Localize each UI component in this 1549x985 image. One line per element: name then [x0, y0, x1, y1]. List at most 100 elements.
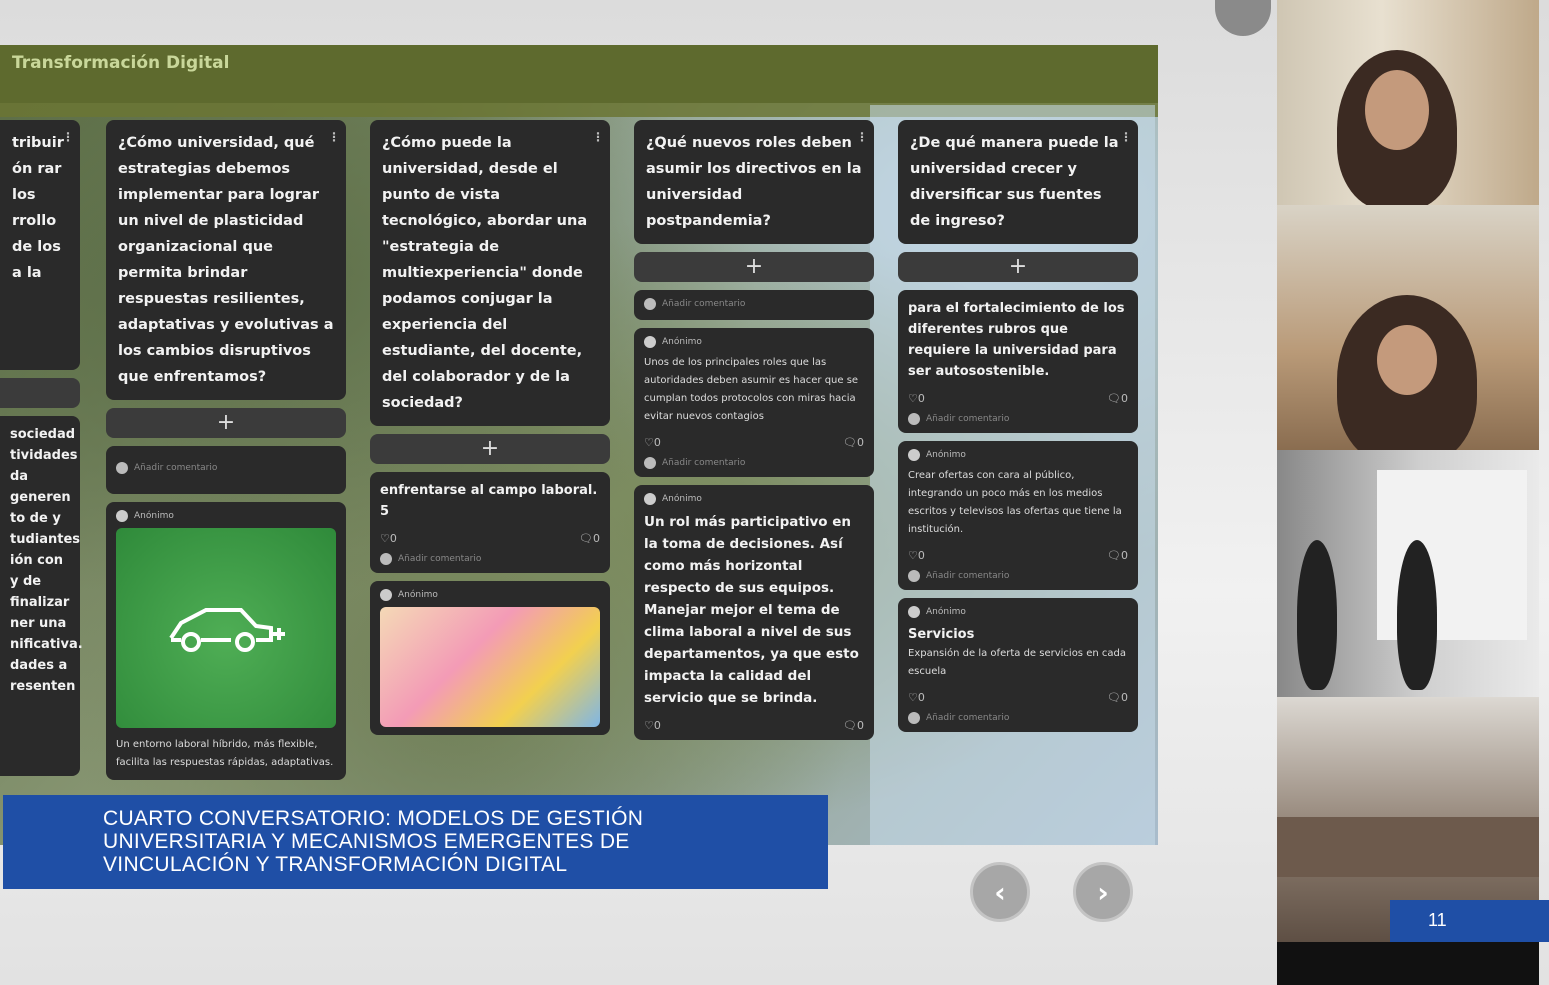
- like-button[interactable]: ♡0: [644, 436, 661, 449]
- avatar-icon: [908, 606, 920, 618]
- previous-slide-button[interactable]: ‹: [970, 862, 1030, 922]
- comment-count[interactable]: 🗨0: [843, 719, 864, 732]
- post-text: sociedad tividades da generen to de y tu…: [10, 427, 83, 694]
- add-comment-row[interactable]: Añadir comentario: [908, 413, 1128, 425]
- question-card[interactable]: ⋮ ¿De qué manera puede la universidad cr…: [898, 120, 1138, 244]
- post-card[interactable]: Anónimo Crear ofertas con cara al públic…: [898, 441, 1138, 590]
- question-text: ¿Cómo puede la universidad, desde el pun…: [382, 135, 588, 411]
- comment-placeholder: Añadir comentario: [134, 463, 218, 473]
- post-author: Anónimo: [116, 510, 336, 522]
- avatar-icon: [116, 510, 128, 522]
- like-button[interactable]: ♡0: [908, 392, 925, 405]
- post-author: Anónimo: [644, 336, 864, 348]
- add-comment-row[interactable]: Añadir comentario: [644, 298, 864, 310]
- add-comment-row[interactable]: Añadir comentario: [644, 457, 864, 469]
- post-card[interactable]: Anónimo Servicios Expansión de la oferta…: [898, 598, 1138, 732]
- post-card[interactable]: Anónimo: [370, 581, 610, 735]
- post-card[interactable]: Añadir comentario: [106, 446, 346, 494]
- comment-count[interactable]: 🗨0: [579, 532, 600, 545]
- video-tile[interactable]: [1277, 0, 1539, 205]
- comment-count[interactable]: 🗨0: [1107, 691, 1128, 704]
- post-card[interactable]: Anónimo Un entorno laboral híbrido, más …: [106, 502, 346, 780]
- menu-icon[interactable]: ⋮: [328, 124, 340, 150]
- add-post-button[interactable]: +: [898, 252, 1138, 282]
- question-text: ¿Qué nuevos roles deben asumir los direc…: [646, 135, 862, 229]
- add-comment-row[interactable]: Añadir comentario: [380, 553, 600, 565]
- add-post-button[interactable]: +: [0, 378, 80, 408]
- meeting-table: [1277, 817, 1539, 877]
- post-card[interactable]: Anónimo Unos de los principales roles qu…: [634, 328, 874, 477]
- corner-control-button[interactable]: [1215, 0, 1271, 36]
- avatar-icon: [908, 413, 920, 425]
- question-card[interactable]: ⋮ tribuir ón rar los rrollo de los a la: [0, 120, 80, 370]
- post-card[interactable]: sociedad tividades da generen to de y tu…: [0, 416, 83, 776]
- comment-count[interactable]: 🗨0: [843, 436, 864, 449]
- avatar-icon: [380, 589, 392, 601]
- post-card[interactable]: Añadir comentario: [634, 290, 874, 320]
- question-text: ¿Cómo universidad, qué estrategias debem…: [118, 135, 334, 385]
- post-text: para el fortalecimiento de los diferente…: [908, 301, 1125, 379]
- comment-placeholder: Añadir comentario: [926, 571, 1010, 581]
- post-text: Crear ofertas con cara al público, integ…: [908, 470, 1122, 535]
- avatar-icon: [116, 462, 128, 474]
- like-button[interactable]: ♡0: [644, 719, 661, 732]
- electric-car-image: [116, 528, 336, 728]
- comment-placeholder: Añadir comentario: [926, 414, 1010, 424]
- like-button[interactable]: ♡0: [380, 532, 397, 545]
- board-column: ⋮ ¿De qué manera puede la universidad cr…: [898, 120, 1138, 740]
- avatar-icon: [908, 712, 920, 724]
- avatar-icon: [380, 553, 392, 565]
- meeting-screen: Transformación Digital ⋮ tribuir ón rar …: [0, 0, 1549, 985]
- post-text: Un entorno laboral híbrido, más flexible…: [116, 739, 334, 768]
- caption-line: VINCULACIÓN Y TRANSFORMACIÓN DIGITAL: [103, 853, 568, 876]
- next-slide-button[interactable]: ›: [1073, 862, 1133, 922]
- question-card[interactable]: ⋮ ¿Cómo universidad, qué estrategias deb…: [106, 120, 346, 400]
- post-card[interactable]: Anónimo Un rol más participativo en la t…: [634, 485, 874, 740]
- post-text: Un rol más participativo en la toma de d…: [644, 514, 859, 706]
- question-card[interactable]: ⋮ ¿Qué nuevos roles deben asumir los dir…: [634, 120, 874, 244]
- post-text-extra: 5: [380, 504, 390, 519]
- author-name: Anónimo: [662, 494, 702, 504]
- author-name: Anónimo: [134, 511, 174, 521]
- menu-icon[interactable]: ⋮: [1120, 124, 1132, 150]
- post-stats: ♡0 🗨0: [644, 436, 864, 449]
- menu-icon[interactable]: ⋮: [856, 124, 868, 150]
- add-comment-row[interactable]: Añadir comentario: [908, 570, 1128, 582]
- comment-placeholder: Añadir comentario: [926, 713, 1010, 723]
- add-comment-row[interactable]: Añadir comentario: [908, 712, 1128, 724]
- post-text: Unos de los principales roles que las au…: [644, 357, 859, 422]
- menu-icon[interactable]: ⋮: [62, 124, 74, 150]
- add-post-button[interactable]: +: [106, 408, 346, 438]
- shared-padlet-board: Transformación Digital ⋮ tribuir ón rar …: [0, 45, 1158, 845]
- question-card[interactable]: ⋮ ¿Cómo puede la universidad, desde el p…: [370, 120, 610, 426]
- comment-count[interactable]: 🗨0: [1107, 392, 1128, 405]
- post-stats: ♡0 🗨0: [380, 532, 600, 545]
- post-card[interactable]: para el fortalecimiento de los diferente…: [898, 290, 1138, 433]
- add-comment-row[interactable]: Añadir comentario: [116, 462, 336, 474]
- menu-icon[interactable]: ⋮: [592, 124, 604, 150]
- like-button[interactable]: ♡0: [908, 691, 925, 704]
- board-column: ⋮ ¿Cómo universidad, qué estrategias deb…: [106, 120, 346, 788]
- caption-line: UNIVERSITARIA Y MECANISMOS EMERGENTES DE: [103, 830, 630, 853]
- video-tile[interactable]: [1277, 205, 1539, 450]
- participant-face: [1365, 70, 1429, 150]
- comment-count[interactable]: 🗨0: [1107, 549, 1128, 562]
- post-title: Servicios: [908, 627, 975, 642]
- like-button[interactable]: ♡0: [908, 549, 925, 562]
- plus-icon: +: [480, 436, 500, 461]
- video-tile[interactable]: [1277, 450, 1539, 697]
- post-text: enfrentarse al campo laboral.: [380, 483, 598, 498]
- illustration-image: [380, 607, 600, 727]
- post-author: Anónimo: [908, 606, 1128, 618]
- question-text: ¿De qué manera puede la universidad crec…: [910, 135, 1119, 229]
- author-name: Anónimo: [926, 607, 966, 617]
- comment-placeholder: Añadir comentario: [662, 458, 746, 468]
- comment-placeholder: Añadir comentario: [662, 299, 746, 309]
- board-column: ⋮ ¿Cómo puede la universidad, desde el p…: [370, 120, 610, 743]
- participant-silhouette: [1297, 540, 1337, 690]
- avatar-icon: [908, 449, 920, 461]
- post-card[interactable]: enfrentarse al campo laboral. 5 ♡0 🗨0 Aña…: [370, 472, 610, 573]
- add-post-button[interactable]: +: [370, 434, 610, 464]
- caption-line: CUARTO CONVERSATORIO: MODELOS DE GESTIÓN: [103, 807, 644, 830]
- add-post-button[interactable]: +: [634, 252, 874, 282]
